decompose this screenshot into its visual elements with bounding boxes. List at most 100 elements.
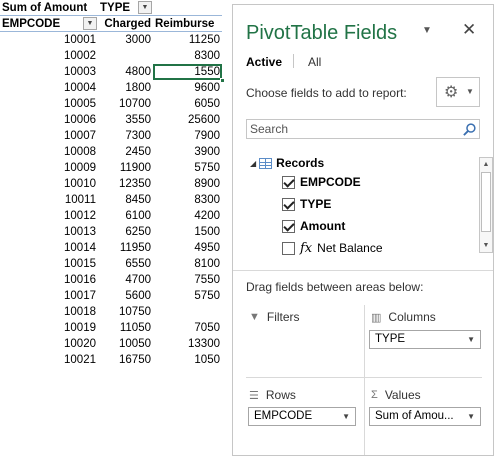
reimburse-cell[interactable]: 8100 — [153, 256, 222, 272]
scroll-thumb[interactable] — [481, 172, 491, 232]
checkbox-icon[interactable] — [282, 241, 295, 255]
charged-cell[interactable]: 5600 — [98, 288, 153, 304]
reimburse-cell[interactable]: 9600 — [153, 80, 222, 96]
empcode-cell[interactable]: 10003 — [0, 64, 98, 80]
checkbox-icon[interactable] — [282, 197, 295, 211]
chevron-down-icon[interactable]: ▼ — [342, 408, 350, 425]
empcode-cell[interactable]: 10007 — [0, 128, 98, 144]
empcode-cell[interactable]: 10012 — [0, 208, 98, 224]
empcode-cell[interactable]: 10021 — [0, 352, 98, 368]
field-net-balance[interactable]: fx Net Balance — [282, 240, 383, 256]
reimburse-cell[interactable]: 25600 — [153, 112, 222, 128]
reimburse-cell[interactable]: 1550 — [153, 64, 225, 83]
column-filter-dropdown-icon[interactable]: ▼ — [138, 1, 152, 14]
empcode-cell[interactable]: 10018 — [0, 304, 98, 320]
empcode-cell[interactable]: 10015 — [0, 256, 98, 272]
reimburse-cell[interactable]: 1050 — [153, 352, 222, 368]
charged-cell[interactable]: 4800 — [98, 64, 153, 80]
column-header-charged[interactable]: Charged — [98, 16, 153, 32]
field-empcode[interactable]: EMPCODE — [282, 174, 361, 190]
empcode-cell[interactable]: 10004 — [0, 80, 98, 96]
reimburse-cell[interactable]: 3900 — [153, 144, 222, 160]
chevron-down-icon[interactable]: ▼ — [467, 408, 475, 425]
collapse-triangle-icon[interactable]: ◢ — [250, 159, 256, 168]
charged-cell[interactable]: 12350 — [98, 176, 153, 192]
values-area-item[interactable]: Sum of Amou... ▼ — [369, 407, 481, 426]
field-type[interactable]: TYPE — [282, 196, 331, 212]
rows-area-item[interactable]: EMPCODE ▼ — [248, 407, 356, 426]
reimburse-cell[interactable]: 4950 — [153, 240, 222, 256]
pivot-header-empty[interactable] — [153, 0, 222, 16]
column-labels-header[interactable]: TYPE ▼ — [98, 0, 153, 16]
empcode-cell[interactable]: 10019 — [0, 320, 98, 336]
empcode-cell[interactable]: 10017 — [0, 288, 98, 304]
empcode-cell[interactable]: 10011 — [0, 192, 98, 208]
table-row: 10001 3000 11250 — [0, 32, 222, 48]
reimburse-cell[interactable]: 7050 — [153, 320, 222, 336]
empcode-cell[interactable]: 10013 — [0, 224, 98, 240]
charged-cell[interactable]: 6100 — [98, 208, 153, 224]
columns-area-item[interactable]: TYPE ▼ — [369, 330, 481, 349]
reimburse-cell[interactable]: 4200 — [153, 208, 222, 224]
reimburse-cell[interactable]: 11250 — [153, 32, 222, 48]
row-filter-dropdown-icon[interactable]: ▼ — [83, 17, 97, 30]
charged-cell[interactable]: 10750 — [98, 304, 153, 320]
scroll-down-icon[interactable]: ▼ — [480, 239, 492, 252]
field-list-scrollbar[interactable]: ▲ ▼ — [479, 157, 493, 253]
reimburse-cell[interactable]: 8300 — [153, 48, 222, 64]
empcode-cell[interactable]: 10001 — [0, 32, 98, 48]
checkbox-icon[interactable] — [282, 175, 295, 189]
charged-cell[interactable]: 3000 — [98, 32, 153, 48]
charged-cell[interactable]: 11950 — [98, 240, 153, 256]
empcode-cell[interactable]: 10016 — [0, 272, 98, 288]
charged-cell[interactable]: 6250 — [98, 224, 153, 240]
charged-cell[interactable]: 2450 — [98, 144, 153, 160]
charged-cell[interactable]: 10050 — [98, 336, 153, 352]
charged-cell[interactable]: 11050 — [98, 320, 153, 336]
pane-options-dropdown-icon[interactable]: ▼ — [422, 25, 432, 36]
values-field-label[interactable]: Sum of Amount — [0, 0, 98, 16]
empcode-cell[interactable]: 10020 — [0, 336, 98, 352]
charged-cell[interactable]: 10700 — [98, 96, 153, 112]
charged-cell[interactable]: 7300 — [98, 128, 153, 144]
charged-cell[interactable]: 6550 — [98, 256, 153, 272]
charged-cell[interactable]: 4700 — [98, 272, 153, 288]
reimburse-cell[interactable]: 7550 — [153, 272, 222, 288]
reimburse-cell[interactable]: 1500 — [153, 224, 222, 240]
scroll-up-icon[interactable]: ▲ — [480, 158, 492, 171]
charged-cell[interactable]: 8450 — [98, 192, 153, 208]
checkbox-icon[interactable] — [282, 219, 295, 233]
empcode-cell[interactable]: 10014 — [0, 240, 98, 256]
reimburse-cell[interactable]: 13300 — [153, 336, 222, 352]
table-records[interactable]: ◢ Records — [250, 156, 324, 170]
charged-cell[interactable]: 1800 — [98, 80, 153, 96]
reimburse-cell[interactable]: 8900 — [153, 176, 222, 192]
reimburse-cell[interactable]: 7900 — [153, 128, 222, 144]
reimburse-cell[interactable]: 5750 — [153, 288, 222, 304]
divider — [364, 305, 365, 455]
empcode-cell[interactable]: 10005 — [0, 96, 98, 112]
charged-cell[interactable]: 11900 — [98, 160, 153, 176]
empcode-cell[interactable]: 10006 — [0, 112, 98, 128]
empcode-cell[interactable]: 10009 — [0, 160, 98, 176]
charged-cell[interactable]: 16750 — [98, 352, 153, 368]
reimburse-cell[interactable]: 6050 — [153, 96, 222, 112]
tab-all[interactable]: All — [308, 55, 321, 69]
charged-cell[interactable] — [98, 48, 153, 64]
empcode-cell[interactable]: 10002 — [0, 48, 98, 64]
charged-cell[interactable]: 3550 — [98, 112, 153, 128]
reimburse-cell[interactable] — [153, 304, 222, 320]
column-header-reimburse[interactable]: Reimburse — [153, 16, 222, 32]
field-settings-button[interactable]: ⚙ ▼ — [436, 77, 480, 107]
field-amount[interactable]: Amount — [282, 218, 345, 234]
row-labels-header[interactable]: EMPCODE ▼ — [0, 16, 98, 32]
reimburse-cell[interactable]: 8300 — [153, 192, 222, 208]
reimburse-cell[interactable]: 5750 — [153, 160, 222, 176]
chevron-down-icon[interactable]: ▼ — [467, 331, 475, 348]
search-icon[interactable] — [462, 122, 477, 137]
search-input[interactable]: Search — [246, 119, 480, 139]
tab-active[interactable]: Active — [246, 55, 282, 69]
empcode-cell[interactable]: 10008 — [0, 144, 98, 160]
empcode-cell[interactable]: 10010 — [0, 176, 98, 192]
close-icon[interactable]: ✕ — [462, 20, 476, 40]
